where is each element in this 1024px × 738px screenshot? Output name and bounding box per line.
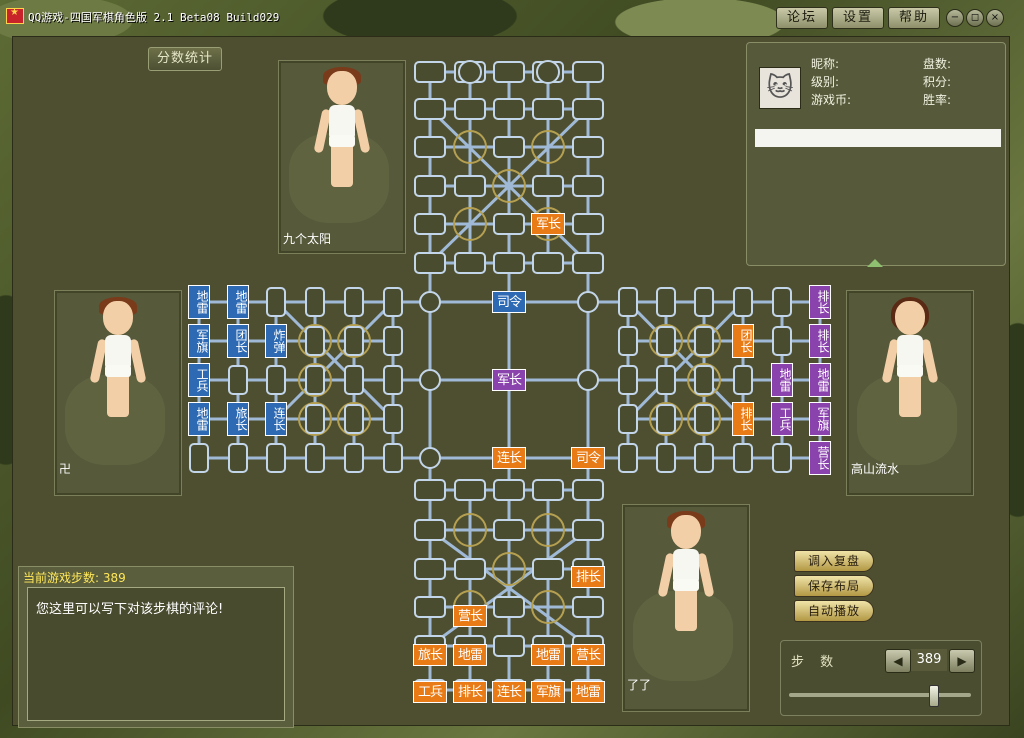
help-button[interactable]: 帮助 — [888, 7, 940, 29]
level-label: 级别: — [811, 75, 840, 89]
avatar-left — [88, 297, 148, 431]
player-name-bottom: 了了 — [627, 678, 652, 692]
avatar-right — [880, 297, 940, 431]
piece-bottom-3[interactable]: 地雷 — [453, 644, 487, 666]
window-title: QQ游戏-四国军棋角色版 2.1 Beta08 Build029 — [28, 11, 280, 24]
piece-right-6[interactable]: 军旗 — [809, 402, 831, 436]
piece-bottom-8[interactable]: 连长 — [492, 681, 526, 703]
player-card-top: 九个太阳 — [278, 60, 406, 254]
step-prev-button[interactable]: ◀ — [885, 649, 911, 673]
step-count: 389 — [911, 649, 947, 671]
info-bar — [755, 129, 1001, 147]
player-name-right: 高山流水 — [851, 462, 900, 476]
expand-arrow-icon[interactable] — [867, 259, 883, 267]
settings-button[interactable]: 设置 — [832, 7, 884, 29]
piece-left-8[interactable]: 连长 — [265, 402, 287, 436]
piece-left-4[interactable]: 炸弹 — [265, 324, 287, 358]
piece-right-8[interactable]: 营长 — [809, 441, 831, 475]
steps-label: 步 数 — [791, 655, 840, 670]
piece-left-3[interactable]: 团长 — [227, 324, 249, 358]
piece-right-3[interactable]: 地雷 — [771, 363, 793, 397]
points-label: 积分: — [923, 75, 952, 89]
piece-bottom-7[interactable]: 排长 — [453, 681, 487, 703]
piece-left-7[interactable]: 旅长 — [227, 402, 249, 436]
piece-right-5[interactable]: 工兵 — [771, 402, 793, 436]
piece-center-0[interactable]: 司令 — [492, 291, 526, 313]
piece-center-3[interactable]: 司令 — [571, 447, 605, 469]
winrate-label: 胜率: — [923, 93, 952, 107]
piece-bottom-6[interactable]: 工兵 — [413, 681, 447, 703]
piece-left-5[interactable]: 工兵 — [188, 363, 210, 397]
piece-right-7[interactable]: 排长 — [809, 285, 831, 319]
piece-left-0[interactable]: 地雷 — [188, 285, 210, 319]
restore-icon[interactable]: ◻ — [966, 9, 984, 27]
minimize-icon[interactable]: − — [946, 9, 964, 27]
load-replay-button[interactable]: 调入复盘 — [794, 550, 874, 572]
piece-center-1[interactable]: 军长 — [492, 369, 526, 391]
avatar-top — [312, 67, 372, 201]
piece-left-2[interactable]: 军旗 — [188, 324, 210, 358]
player-name-top: 九个太阳 — [283, 232, 332, 246]
cat-avatar-icon: 🐱 — [759, 67, 801, 109]
player-card-left: 卍 — [54, 290, 182, 496]
player-card-right: 高山流水 — [846, 290, 974, 496]
forum-button[interactable]: 论坛 — [776, 7, 828, 29]
piece-right-1[interactable]: 排长 — [809, 324, 831, 358]
piece-bottom-1[interactable]: 营长 — [453, 605, 487, 627]
piece-right-4[interactable]: 地雷 — [809, 363, 831, 397]
step-next-button[interactable]: ▶ — [949, 649, 975, 673]
games-label: 盘数: — [923, 57, 952, 71]
piece-bottom-2[interactable]: 旅长 — [413, 644, 447, 666]
move-count-label: 当前游戏步数: 389 — [23, 571, 126, 585]
piece-bottom-4[interactable]: 地雷 — [531, 644, 565, 666]
nickname-label: 昵称: — [811, 57, 840, 71]
step-panel: 步 数 ◀ 389 ▶ — [780, 640, 982, 716]
title-bar: QQ游戏-四国军棋角色版 2.1 Beta08 Build029 论坛 设置 帮… — [0, 0, 1024, 34]
comment-textarea[interactable]: 您这里可以写下对该步棋的评论! — [27, 587, 285, 721]
piece-bottom-0[interactable]: 排长 — [571, 566, 605, 588]
piece-top-0[interactable]: 军长 — [531, 213, 565, 235]
app-flag-icon — [6, 7, 24, 24]
piece-right-2[interactable]: 排长 — [732, 402, 754, 436]
avatar-bottom — [656, 511, 716, 645]
piece-left-1[interactable]: 地雷 — [227, 285, 249, 319]
step-slider[interactable] — [789, 693, 971, 697]
piece-bottom-5[interactable]: 营长 — [571, 644, 605, 666]
player-info-panel: 🐱 昵称: 级别: 游戏币: 盘数: 积分: 胜率: — [746, 42, 1006, 267]
player-name-left: 卍 — [59, 462, 72, 476]
auto-play-button[interactable]: 自动播放 — [794, 600, 874, 622]
piece-left-6[interactable]: 地雷 — [188, 402, 210, 436]
comment-panel: 当前游戏步数: 389 您这里可以写下对该步棋的评论! — [18, 566, 294, 728]
step-slider-thumb[interactable] — [929, 685, 939, 707]
comment-text: 您这里可以写下对该步棋的评论! — [36, 602, 224, 617]
piece-bottom-9[interactable]: 军旗 — [531, 681, 565, 703]
score-statistics-tab[interactable]: 分数统计 — [148, 47, 222, 71]
piece-center-2[interactable]: 连长 — [492, 447, 526, 469]
save-layout-button[interactable]: 保存布局 — [794, 575, 874, 597]
piece-right-0[interactable]: 团长 — [732, 324, 754, 358]
close-icon[interactable]: × — [986, 9, 1004, 27]
player-card-bottom: 了了 — [622, 504, 750, 712]
coins-label: 游戏币: — [811, 93, 852, 107]
piece-bottom-10[interactable]: 地雷 — [571, 681, 605, 703]
